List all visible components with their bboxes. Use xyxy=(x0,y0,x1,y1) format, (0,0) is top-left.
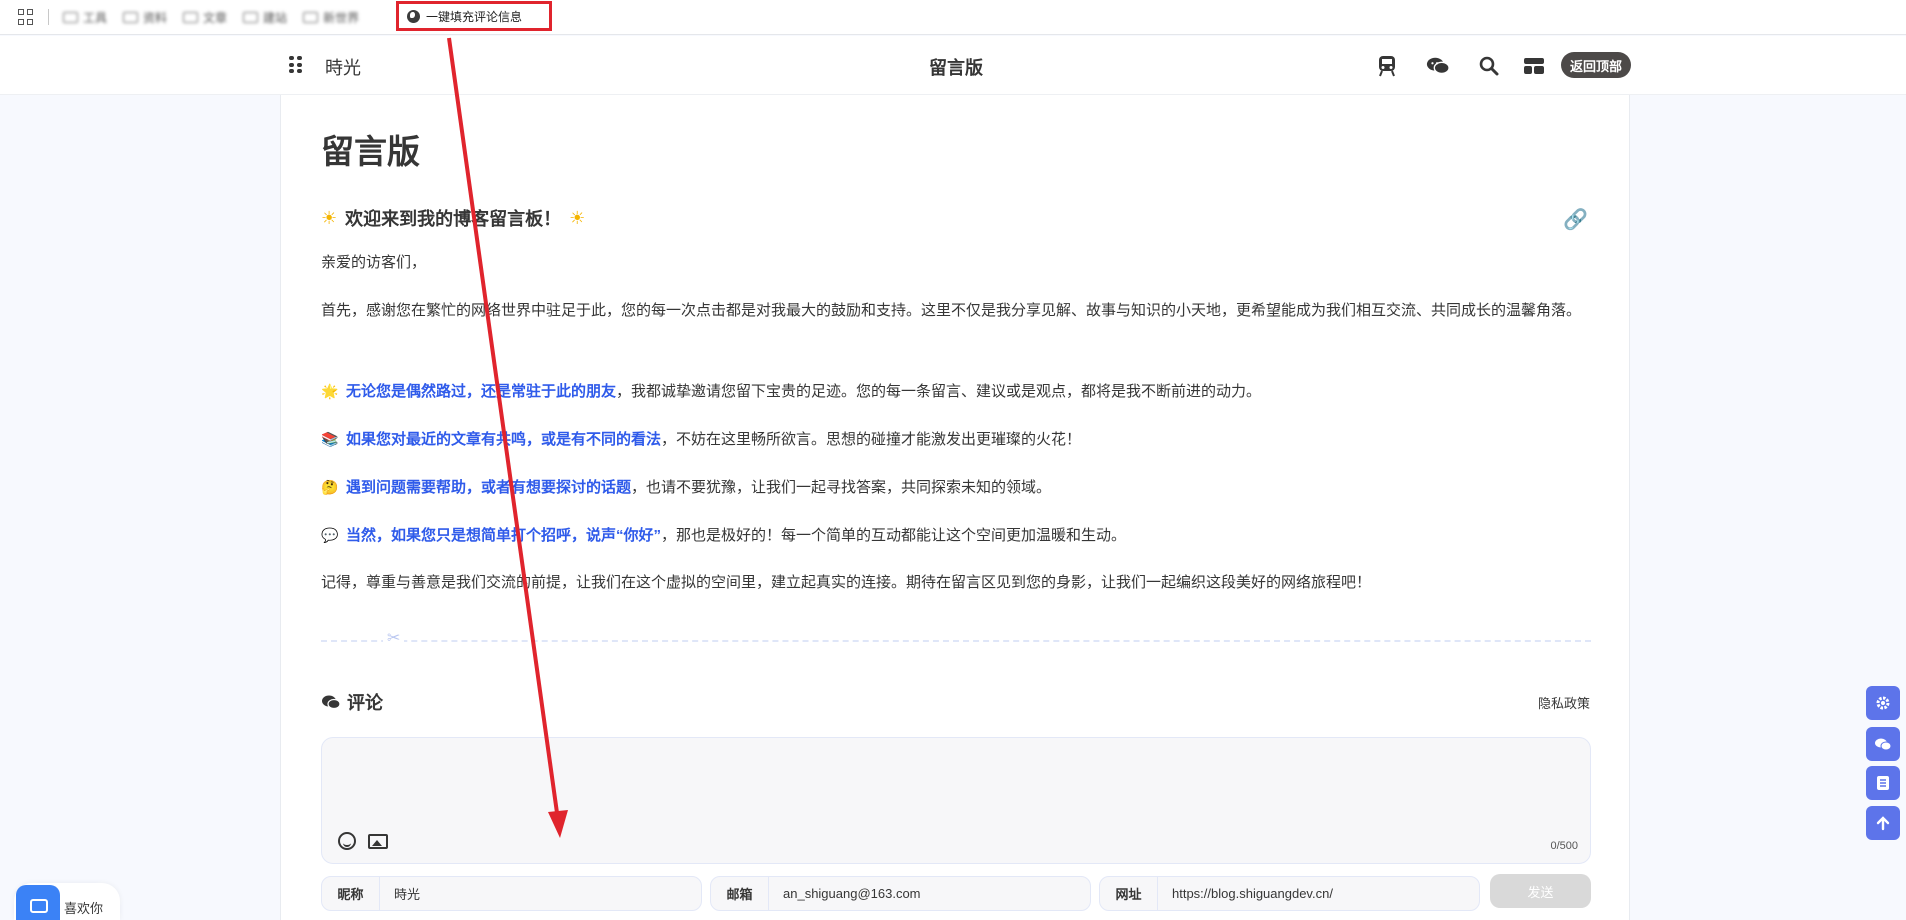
comment-textarea[interactable]: 0/500 xyxy=(321,737,1591,864)
site-brand[interactable]: 時光 xyxy=(325,54,361,80)
books-icon: 📚 xyxy=(321,431,339,447)
robot-icon xyxy=(16,885,60,920)
website-input[interactable]: https://blog.shiguangdev.cn/ xyxy=(1158,886,1333,901)
site-nav: 時光 留言版 返回顶部 xyxy=(0,36,1906,95)
back-to-top-button[interactable]: 返回顶部 xyxy=(1561,52,1631,78)
nav-page-title: 留言版 xyxy=(929,58,983,78)
nickname-field[interactable]: 昵称 時光 xyxy=(321,876,702,911)
comments-icon xyxy=(322,695,341,710)
speech-bubble-icon: 💬 xyxy=(321,527,339,543)
like-widget-label: 喜欢你 xyxy=(64,901,104,916)
folder-icon xyxy=(123,11,139,23)
scroll-top-button[interactable] xyxy=(1866,806,1900,840)
comments-heading: 评论 xyxy=(321,689,383,715)
send-button[interactable]: 发送 xyxy=(1490,874,1591,908)
folder-icon xyxy=(63,11,78,23)
article-card: 留言版 ☀ 欢迎来到我的博客留言板！ ☀ 🔗 亲爱的访客们， 首先，感谢您在繁忙… xyxy=(280,95,1630,920)
bookmark-folder[interactable]: 文章 xyxy=(183,9,227,26)
nickname-input[interactable]: 時光 xyxy=(380,884,420,903)
greeting-paragraph: 亲爱的访客们， xyxy=(321,254,427,271)
privacy-policy-link[interactable]: 隐私政策 xyxy=(1538,693,1590,712)
chat-icon xyxy=(1875,738,1892,750)
bookmark-folder[interactable]: 新世界 xyxy=(303,9,359,26)
folder-icon xyxy=(183,11,199,23)
globe-icon xyxy=(407,9,420,23)
bookmarks-bar: 工具 资料 文章 建站 新世界 xyxy=(0,0,1906,35)
bookmarks-divider xyxy=(48,9,49,25)
list-item: 🤔 遇到问题需要帮助，或者有想要探讨的话题，也请不要犹豫，让我们一起寻找答案，共同… xyxy=(321,471,1591,504)
image-upload-icon[interactable] xyxy=(368,834,388,849)
email-label: 邮箱 xyxy=(711,877,769,910)
welcome-heading: ☀ 欢迎来到我的博客留言板！ ☀ xyxy=(321,207,586,230)
chat-bubbles-icon[interactable] xyxy=(1426,54,1450,78)
bookmark-folder[interactable]: 工具 xyxy=(63,9,107,26)
closing-paragraph: 记得，尊重与善意是我们交流的前提，让我们在这个虚拟的空间里，建立起真实的连接。期… xyxy=(321,574,1372,591)
emoji-icon[interactable] xyxy=(338,832,356,850)
fill-comment-info-bookmark[interactable]: 一键填充评论信息 xyxy=(396,1,552,31)
list-item: 💬 当然，如果您只是想简单打个招呼，说声“你好”，那也是极好的！每一个简单的互动都… xyxy=(321,519,1591,552)
email-field[interactable]: 邮箱 an_shiguang@163.com xyxy=(710,876,1091,911)
gear-icon xyxy=(1876,696,1890,710)
character-counter: 0/500 xyxy=(1550,840,1578,852)
list-item: 📚 如果您对最近的文章有共鸣，或是有不同的看法，不妨在这里畅所欲言。思想的碰撞才能… xyxy=(321,423,1591,456)
intro-paragraph: 首先，感谢您在繁忙的网络世界中驻足于此，您的每一次点击都是对我最大的鼓励和支持。… xyxy=(321,302,1582,319)
page-title: 留言版 xyxy=(321,133,420,170)
bookmark-folder[interactable]: 资料 xyxy=(123,9,167,26)
list-item: 🌟 无论您是偶然路过，还是常驻于此的朋友，我都诚挚邀请您留下宝贵的足迹。您的每一条… xyxy=(321,375,1591,408)
thinking-face-icon: 🤔 xyxy=(321,479,339,495)
sparkle-icon: 🌟 xyxy=(321,383,339,399)
section-divider xyxy=(321,640,1591,642)
settings-button[interactable] xyxy=(1866,686,1900,720)
like-widget[interactable]: 喜欢你 xyxy=(14,883,120,920)
email-input[interactable]: an_shiguang@163.com xyxy=(769,886,921,901)
sun-icon: ☀ xyxy=(321,207,338,228)
folder-icon xyxy=(303,11,319,23)
menu-icon[interactable] xyxy=(289,56,302,74)
website-field[interactable]: 网址 https://blog.shiguangdev.cn/ xyxy=(1099,876,1480,911)
comments-jump-button[interactable] xyxy=(1866,727,1900,761)
sun-icon: ☀ xyxy=(569,207,586,228)
folder-icon xyxy=(243,11,259,23)
anchor-link-icon[interactable]: 🔗 xyxy=(1563,207,1588,232)
arrow-up-icon xyxy=(1876,816,1890,831)
search-icon[interactable] xyxy=(1477,54,1501,78)
toc-button[interactable] xyxy=(1866,766,1900,800)
nickname-label: 昵称 xyxy=(322,877,380,910)
train-icon[interactable] xyxy=(1375,54,1399,78)
scissors-icon: ✂ xyxy=(383,628,405,648)
website-label: 网址 xyxy=(1100,877,1158,910)
fill-comment-info-label: 一键填充评论信息 xyxy=(426,9,523,24)
bookmark-folder[interactable]: 建站 xyxy=(243,9,287,26)
list-icon xyxy=(1877,776,1889,790)
layout-icon[interactable] xyxy=(1522,54,1546,78)
apps-grid-icon[interactable] xyxy=(18,9,34,25)
